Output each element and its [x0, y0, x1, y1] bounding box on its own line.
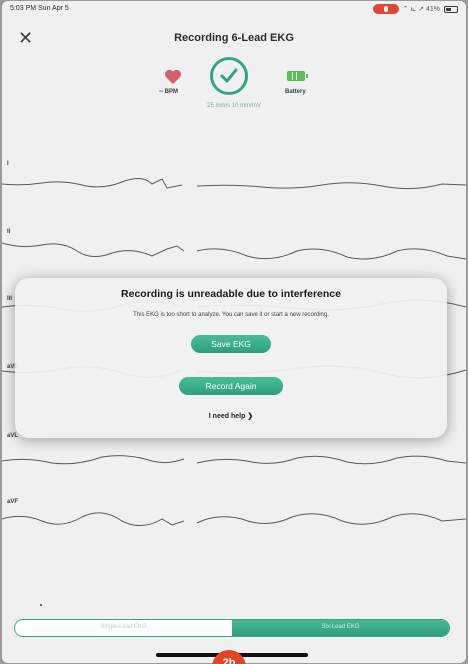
lead-label: aVF	[7, 499, 19, 505]
lead-label: I	[7, 161, 9, 167]
lead-ii-trace	[2, 242, 466, 260]
lead-mode-segmented-control: Single-Lead EKG Six-Lead EKG	[14, 619, 450, 637]
save-ekg-button[interactable]: Save EKG	[191, 335, 271, 353]
lead-avl-trace	[2, 455, 466, 465]
record-again-button[interactable]: Record Again	[179, 377, 283, 395]
lead-label: III	[7, 296, 13, 302]
lead-label: II	[7, 229, 11, 235]
lead-avf-trace	[2, 512, 466, 526]
dialog-message: This EKG is too short to analyze. You ca…	[133, 312, 329, 318]
help-link[interactable]: I need help ❯	[15, 412, 447, 420]
page-dot	[40, 604, 42, 606]
interference-dialog: Recording is unreadable due to interfere…	[15, 278, 447, 438]
dialog-title: Recording is unreadable due to interfere…	[121, 288, 341, 300]
tab-six-lead[interactable]: Six-Lead EKG	[232, 620, 449, 636]
chevron-right-icon: ❯	[247, 413, 254, 420]
tab-single-lead[interactable]: Single-Lead EKG	[15, 620, 232, 636]
device-screen: 5:03 PM Sun Apr 5 ⌃ ⊾ ↗ 41% ✕ Recording …	[2, 1, 466, 663]
help-label: I need help	[208, 413, 246, 420]
lead-i-trace	[2, 178, 466, 190]
lead-label: aVL	[7, 433, 19, 439]
